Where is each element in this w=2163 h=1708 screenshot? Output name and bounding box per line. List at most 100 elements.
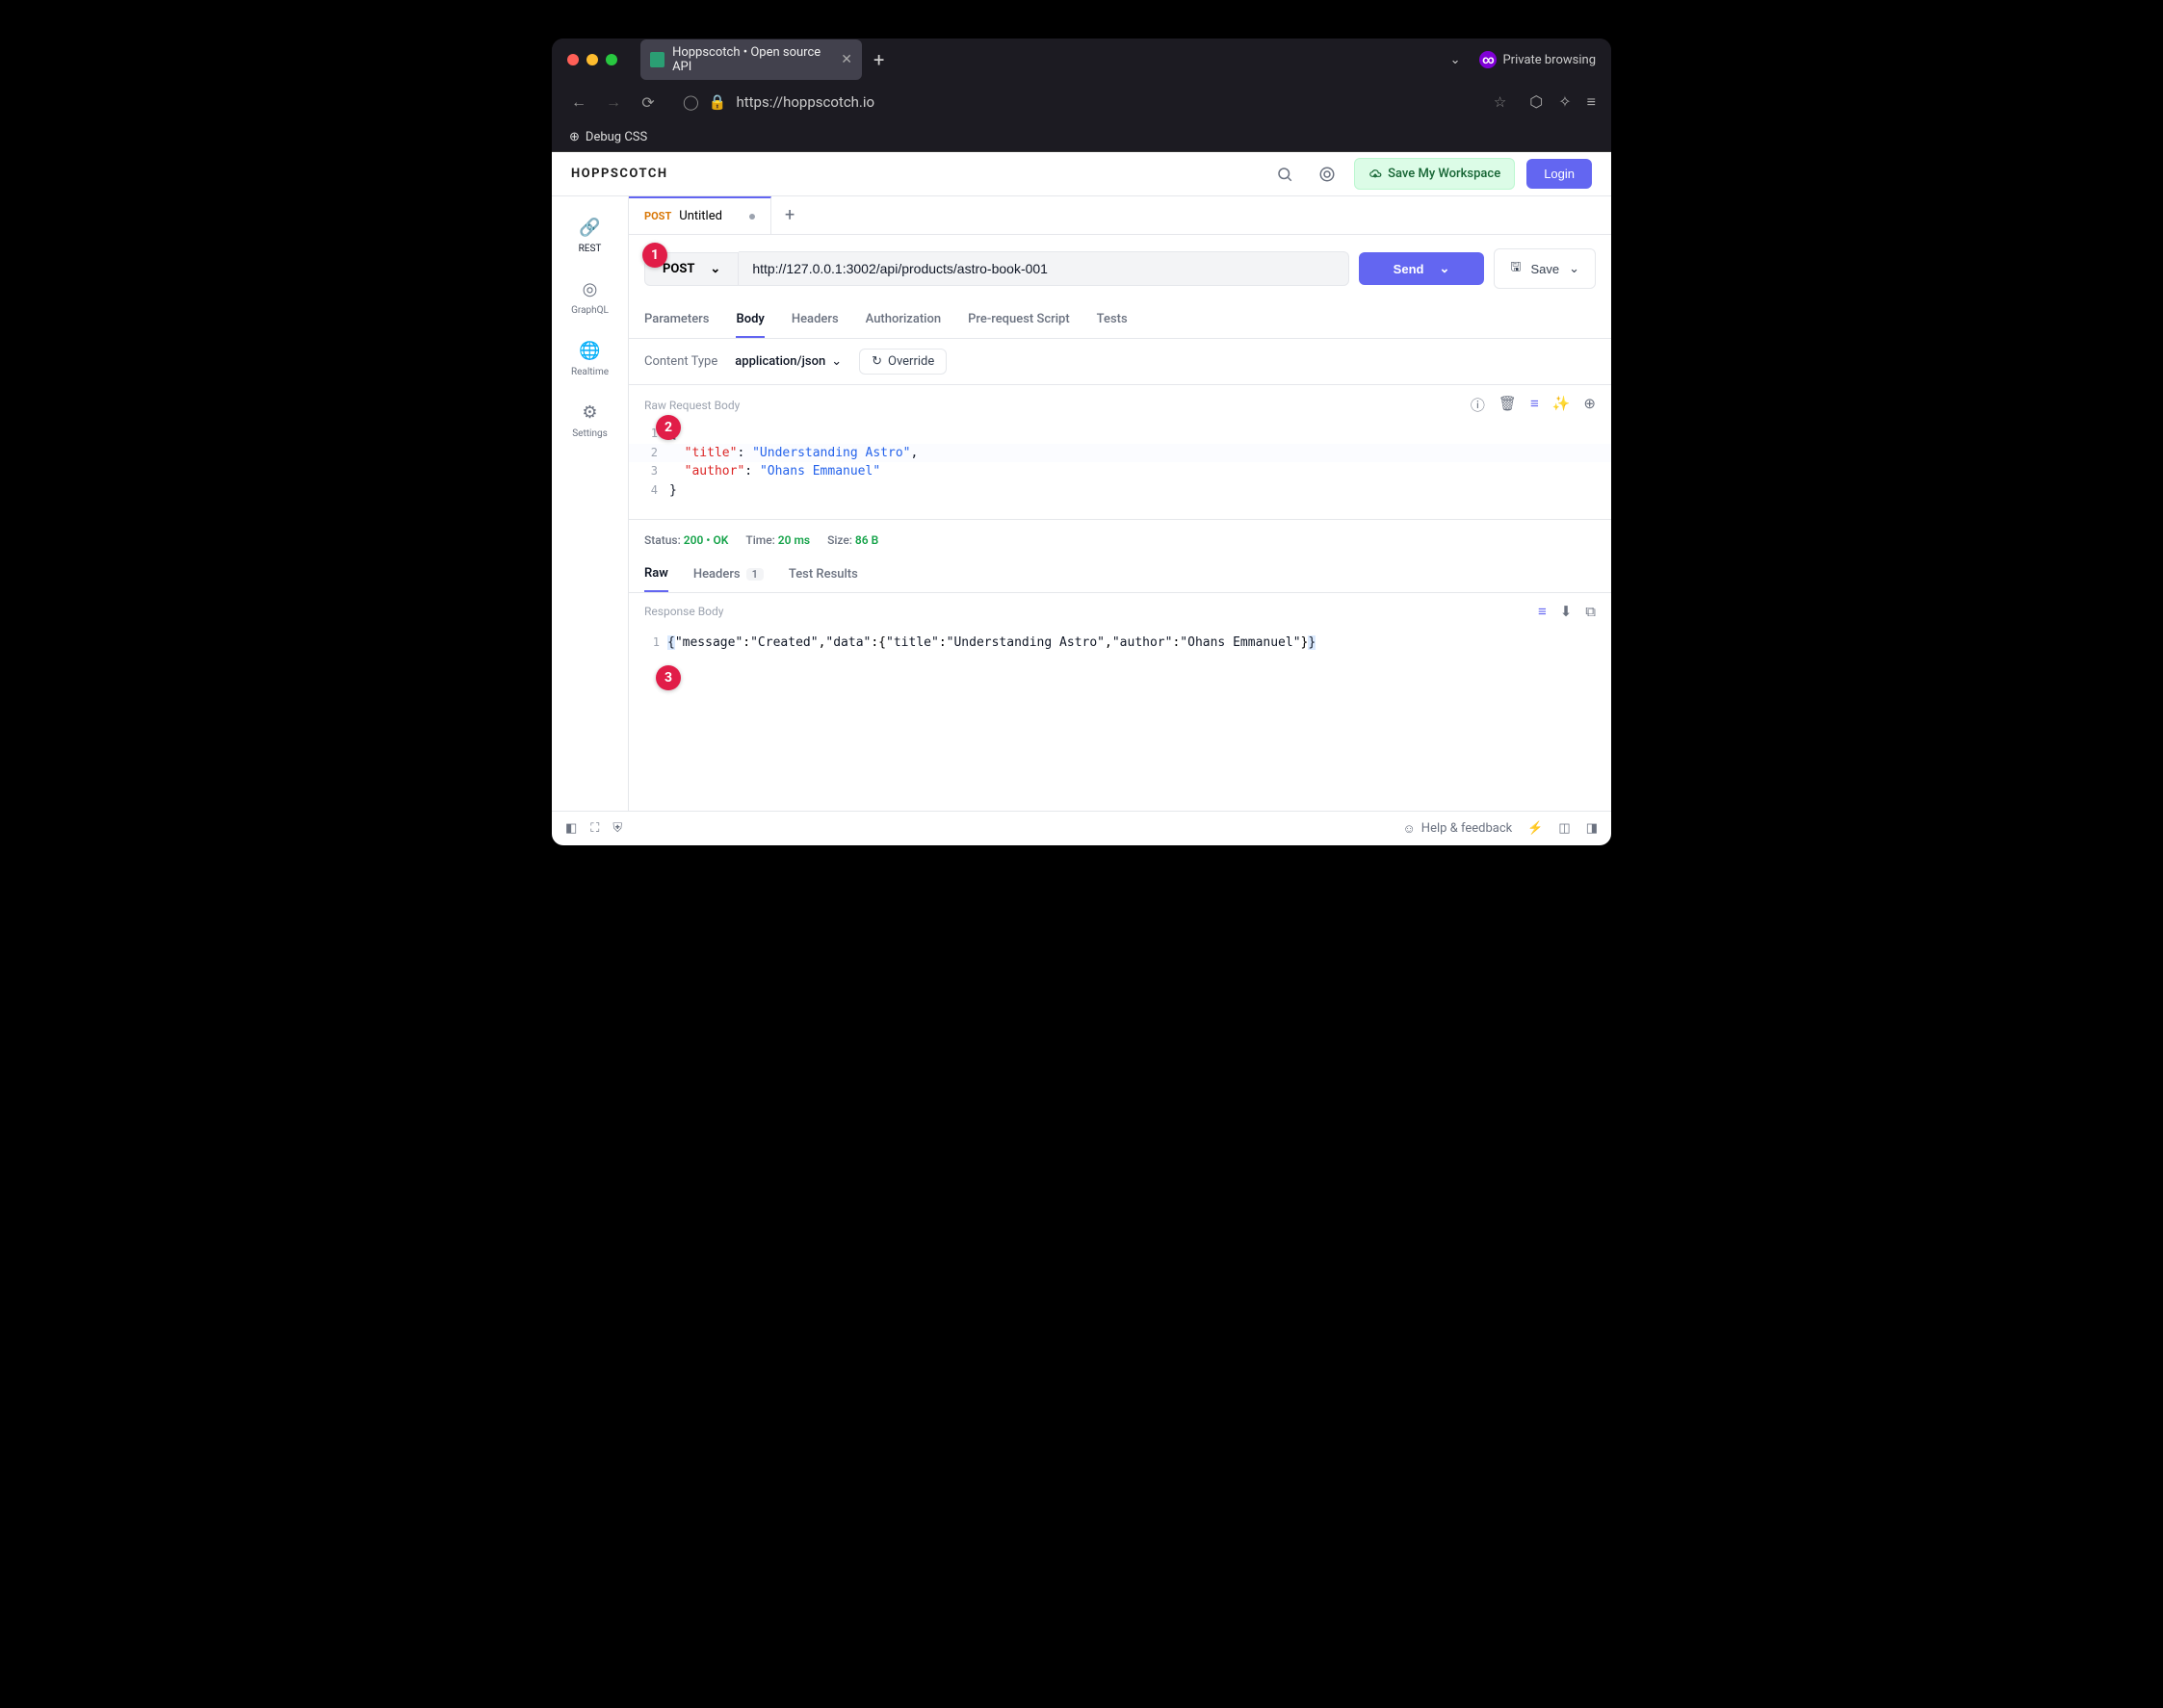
lock-icon: 🔒 <box>709 93 727 111</box>
content-type-selector[interactable]: application/json ⌄ <box>735 354 842 369</box>
tab-title: Untitled <box>679 209 722 223</box>
private-browsing-label: Private browsing <box>1502 53 1596 67</box>
tab-headers[interactable]: Headers <box>792 302 839 338</box>
tab-prerequest[interactable]: Pre-request Script <box>968 302 1070 338</box>
tab-parameters[interactable]: Parameters <box>644 302 709 338</box>
code-line[interactable]: "author": "Ohans Emmanuel" <box>669 462 880 481</box>
request-body-editor[interactable]: 1{2 "title": "Understanding Astro",3 "au… <box>629 425 1611 519</box>
sidebar-item-label: GraphQL <box>571 305 609 316</box>
minimize-window-button[interactable] <box>586 54 598 65</box>
close-tab-icon[interactable]: ✕ <box>841 52 852 67</box>
copy-icon[interactable]: ⧉ <box>1585 603 1596 620</box>
bookmark-star-icon[interactable]: ☆ <box>1494 93 1506 111</box>
resp-tab-raw[interactable]: Raw <box>644 556 668 592</box>
window-controls <box>567 54 617 65</box>
add-request-tab-button[interactable]: + <box>771 205 808 225</box>
search-icon[interactable] <box>1269 159 1300 190</box>
hoppscotch-app: HOPPSCOTCH Save My Workspace Login 🔗 <box>552 152 1611 845</box>
panel-left-icon[interactable]: ◧ <box>565 821 577 836</box>
response-body-viewer: 1 {"message":"Created","data":{"title":"… <box>629 630 1611 679</box>
panel-right-icon[interactable]: ◨ <box>1586 821 1598 836</box>
line-number: 2 <box>629 444 669 463</box>
app-footer: ◧ ⛶ ⛨ ☺ Help & feedback ⚡ ◫ ◨ <box>552 811 1611 845</box>
send-button[interactable]: Send ⌄ <box>1359 252 1485 285</box>
browser-window: Hoppscotch • Open source API ✕ + ⌄ Priva… <box>552 39 1611 845</box>
tab-body[interactable]: Body <box>736 302 764 338</box>
support-icon[interactable] <box>1312 159 1342 190</box>
unsaved-dot-icon <box>749 214 755 220</box>
globe-icon: ⊕ <box>569 130 580 144</box>
url-field[interactable]: ◯ 🔒 https://hoppscotch.io ☆ <box>671 93 1518 111</box>
maximize-window-button[interactable] <box>606 54 617 65</box>
import-icon[interactable]: ⊕ <box>1583 395 1596 415</box>
response-content: {"message":"Created","data":{"title":"Un… <box>667 635 1316 650</box>
download-icon[interactable]: ⬇ <box>1560 603 1573 620</box>
globe-icon: 🌐 <box>579 341 600 361</box>
trash-icon[interactable]: 🗑 <box>1498 395 1517 415</box>
method-value: POST <box>663 262 694 276</box>
save-workspace-button[interactable]: Save My Workspace <box>1354 158 1515 190</box>
sidebar-item-graphql[interactable]: ◎ GraphQL <box>552 268 628 329</box>
browser-tab-title: Hoppscotch • Open source API <box>672 45 833 74</box>
tab-authorization[interactable]: Authorization <box>866 302 941 338</box>
sidebar-item-label: REST <box>579 244 602 254</box>
code-line[interactable]: "title": "Understanding Astro", <box>669 444 918 463</box>
extension-icon[interactable]: ✧ <box>1558 92 1571 112</box>
help-feedback-button[interactable]: ☺ Help & feedback <box>1403 821 1513 837</box>
time-value: 20 ms <box>778 533 810 547</box>
sidebar-item-settings[interactable]: ⚙ Settings <box>552 391 628 453</box>
private-browsing-badge: Private browsing <box>1479 51 1596 68</box>
sidebar-item-label: Settings <box>572 428 608 439</box>
tab-list-chevron-icon[interactable]: ⌄ <box>1450 53 1461 67</box>
link-icon: 🔗 <box>579 218 600 238</box>
response-body-header: Response Body ≡ ⬇ ⧉ <box>629 593 1611 630</box>
request-tabs: POST Untitled + <box>629 196 1611 235</box>
pocket-icon[interactable]: ⬡ <box>1529 92 1543 112</box>
request-url-input[interactable] <box>739 251 1348 286</box>
debug-toolbar: ⊕ Debug CSS <box>552 123 1611 152</box>
line-number: 3 <box>629 462 669 481</box>
save-request-button[interactable]: 🖫 Save ⌄ <box>1494 248 1596 289</box>
hamburger-menu-icon[interactable]: ≡ <box>1587 92 1596 112</box>
gear-icon: ⚙ <box>582 402 597 423</box>
code-line[interactable]: } <box>669 481 677 501</box>
sidebar-item-realtime[interactable]: 🌐 Realtime <box>552 329 628 391</box>
size-value: 86 B <box>855 533 878 547</box>
expand-icon[interactable]: ⛶ <box>590 821 599 836</box>
resp-tab-headers[interactable]: Headers 1 <box>693 557 764 591</box>
help-icon[interactable]: ⓘ <box>1471 395 1485 415</box>
resp-tab-headers-label: Headers <box>693 567 741 582</box>
request-subtabs: Parameters Body Headers Authorization Pr… <box>629 302 1611 339</box>
favicon-icon <box>650 52 665 67</box>
sidebar-item-label: Realtime <box>571 367 609 377</box>
status-code: 200 <box>684 533 704 547</box>
forward-button[interactable]: → <box>602 92 625 112</box>
response-tabs: Raw Headers 1 Test Results <box>629 556 1611 593</box>
url-text: https://hoppscotch.io <box>736 93 874 111</box>
shield-icon[interactable]: ⛨ <box>612 821 622 836</box>
override-button[interactable]: ↻ Override <box>859 349 947 375</box>
browser-tabbar: Hoppscotch • Open source API ✕ + ⌄ Priva… <box>552 39 1611 81</box>
resp-tab-tests[interactable]: Test Results <box>789 557 858 591</box>
new-tab-button[interactable]: + <box>873 48 884 71</box>
login-button[interactable]: Login <box>1526 159 1592 189</box>
tab-tests[interactable]: Tests <box>1097 302 1128 338</box>
reload-button[interactable]: ⟳ <box>637 93 660 112</box>
close-window-button[interactable] <box>567 54 579 65</box>
chevron-down-icon: ⌄ <box>1569 261 1579 276</box>
annotation-1: 1 <box>642 243 667 268</box>
status-ok: OK <box>713 533 728 547</box>
back-button[interactable]: ← <box>567 92 590 112</box>
browser-tab[interactable]: Hoppscotch • Open source API ✕ <box>640 39 862 80</box>
request-tab[interactable]: POST Untitled <box>629 196 771 234</box>
raw-body-header: Raw Request Body ⓘ 🗑 ≡ ✨ ⊕ <box>629 385 1611 425</box>
sidebar-item-rest[interactable]: 🔗 REST <box>552 206 628 268</box>
panel-icon[interactable]: ◫ <box>1558 821 1570 836</box>
send-label: Send <box>1394 262 1424 276</box>
magic-icon[interactable]: ✨ <box>1552 395 1571 415</box>
wrap-icon[interactable]: ≡ <box>1530 395 1539 415</box>
debug-css-label[interactable]: Debug CSS <box>586 130 647 144</box>
bolt-icon[interactable]: ⚡ <box>1527 821 1543 836</box>
wrap-icon[interactable]: ≡ <box>1538 603 1547 620</box>
annotation-3: 3 <box>656 665 681 690</box>
